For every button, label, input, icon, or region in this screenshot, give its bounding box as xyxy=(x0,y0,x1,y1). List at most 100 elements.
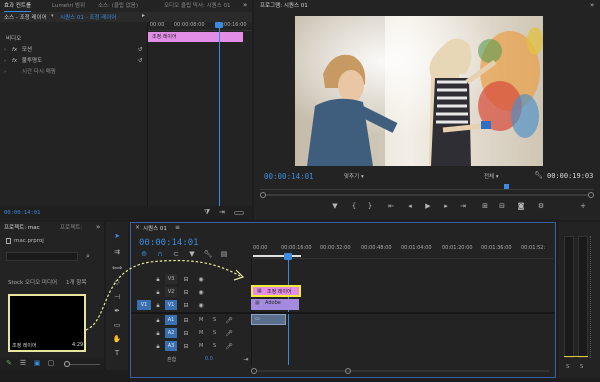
type-tool-icon[interactable]: T xyxy=(112,349,122,358)
zoom-handle-right[interactable] xyxy=(588,192,594,198)
timeline-zoom-track[interactable] xyxy=(257,370,549,372)
solo-button[interactable]: S xyxy=(213,330,216,336)
solo-button[interactable]: S xyxy=(213,343,216,349)
settings-icon[interactable]: ⚙ xyxy=(536,202,546,211)
tab-lumetri-scopes[interactable]: Lumetri 범위 xyxy=(52,0,85,12)
chevron-down-icon[interactable]: ▾ xyxy=(51,13,54,19)
sequence-label[interactable]: 시퀀스 01 - 조정 레이어 xyxy=(60,13,116,21)
slip-tool-icon[interactable]: ⊣ xyxy=(112,293,122,302)
ec-clip-bar[interactable]: 조정 레이어 xyxy=(148,32,243,42)
track-a1-label[interactable]: A1 xyxy=(165,315,177,325)
export-frame-icon[interactable]: ◙ xyxy=(516,202,526,211)
program-video[interactable] xyxy=(295,16,543,166)
zoom-handle-right[interactable] xyxy=(345,368,351,374)
ec-playhead[interactable] xyxy=(219,22,220,212)
list-view-icon[interactable]: ☰ xyxy=(18,359,28,368)
go-to-in-icon[interactable]: ⇤ xyxy=(386,202,396,211)
marker-icon[interactable]: ▼ xyxy=(330,202,340,211)
mix-value[interactable]: 0.0 xyxy=(205,356,213,362)
add-marker-icon[interactable]: ▼ xyxy=(187,250,197,259)
source-label[interactable]: 소스 - 조정 레이어 xyxy=(4,13,47,21)
mute-button[interactable]: M xyxy=(199,343,203,349)
program-timebar[interactable] xyxy=(260,183,594,190)
lock-icon[interactable]: 🔒︎ xyxy=(153,316,163,325)
chevron-right-icon[interactable]: › xyxy=(4,47,6,53)
lock-icon[interactable]: 🔒︎ xyxy=(153,342,163,351)
panel-overflow-icon[interactable]: » xyxy=(96,223,100,231)
track-a2-label[interactable]: A2 xyxy=(165,328,177,338)
fit-dropdown[interactable]: 맞추기 ▾ xyxy=(344,172,364,180)
icon-view-icon[interactable]: ▣ xyxy=(32,359,42,368)
sync-lock-icon[interactable]: ⊟ xyxy=(181,329,191,338)
wrench-icon[interactable]: 🔧︎ xyxy=(534,171,543,179)
tab-source[interactable]: 소스: (클립 없음) xyxy=(98,0,138,12)
zoom-track[interactable] xyxy=(266,194,588,196)
tab-sequence[interactable]: 시퀀스 01 xyxy=(143,223,167,235)
timeline-menu-icon[interactable]: ≡ xyxy=(175,224,180,231)
program-timecode[interactable]: 00:00:14:01 xyxy=(264,172,314,181)
eye-icon[interactable]: ◉ xyxy=(196,288,206,297)
zoom-slider-track[interactable] xyxy=(70,364,100,365)
reset-icon[interactable]: ↺ xyxy=(138,45,143,55)
eye-icon[interactable]: ◉ xyxy=(196,301,206,310)
linked-selection-icon[interactable]: ⊂ xyxy=(171,250,181,259)
lock-icon[interactable]: 🔒︎ xyxy=(153,275,163,284)
track-v3-label[interactable]: V3 xyxy=(165,274,177,284)
track-a3-label[interactable]: A3 xyxy=(165,341,177,351)
track-v1-label[interactable]: V1 xyxy=(165,300,177,310)
sync-lock-icon[interactable]: ⊟ xyxy=(181,288,191,297)
ec-playhead-handle[interactable] xyxy=(215,22,223,28)
add-icon[interactable]: + xyxy=(578,202,588,211)
project-search-input[interactable] xyxy=(6,252,78,261)
go-to-end-icon[interactable]: ⇥ xyxy=(241,355,251,364)
panel-overflow-icon[interactable]: » xyxy=(243,1,247,9)
lock-icon[interactable]: 🔒︎ xyxy=(153,329,163,338)
rectangle-tool-icon[interactable]: ▭ xyxy=(112,321,122,330)
freeform-view-icon[interactable]: ▢ xyxy=(46,359,56,368)
tab-project-2[interactable]: 프로젝트: xyxy=(60,222,82,234)
timeline-ruler[interactable]: 00:00 00:00:16:00 00:00:32:00 00:00:48:0… xyxy=(253,241,553,259)
tab-project[interactable]: 프로젝트: mac xyxy=(4,222,40,234)
ripple-edit-icon[interactable]: ⟺ xyxy=(112,264,122,273)
mute-button[interactable]: M xyxy=(199,330,203,336)
pen-tool-icon[interactable]: ✒ xyxy=(112,307,122,316)
panel-overflow-icon[interactable]: » xyxy=(590,1,594,9)
play-icon[interactable]: ▶ xyxy=(423,202,433,211)
solo-left-button[interactable]: S xyxy=(566,364,569,370)
adjustment-layer-clip[interactable]: ▦ 조정 레이어 xyxy=(251,285,301,297)
effect-opacity[interactable]: › fx 불투명도 ↺ xyxy=(4,56,148,66)
close-icon[interactable]: × xyxy=(135,224,140,231)
step-forward-icon[interactable]: ▸ xyxy=(441,202,451,211)
in-point-icon[interactable]: { xyxy=(349,202,359,211)
microphone-icon[interactable]: 🎤︎ xyxy=(224,329,234,338)
play-only-icon[interactable]: ▸ xyxy=(142,12,145,19)
pencil-icon[interactable]: ✎ xyxy=(4,359,14,368)
track-select-icon[interactable]: ⇉ xyxy=(112,248,122,257)
microphone-icon[interactable]: 🎤︎ xyxy=(224,316,234,325)
work-area-bar[interactable] xyxy=(253,255,301,257)
wrench-icon[interactable]: 🔧︎ xyxy=(203,250,213,259)
ec-scroll[interactable] xyxy=(234,211,244,215)
effect-time-remap[interactable]: › 시간 다시 매핑 xyxy=(4,67,148,77)
ec-timecode[interactable]: 00:00:14:01 xyxy=(4,210,40,216)
microphone-icon[interactable]: 🎤︎ xyxy=(224,342,234,351)
eye-icon[interactable]: ◉ xyxy=(196,275,206,284)
hand-tool-icon[interactable]: ✋ xyxy=(112,335,122,344)
track-v2-label[interactable]: V2 xyxy=(165,287,177,297)
razor-tool-icon[interactable]: ◇ xyxy=(112,278,122,287)
chevron-right-icon[interactable]: › xyxy=(4,58,6,64)
quality-dropdown[interactable]: 전체 ▾ xyxy=(484,172,499,180)
clip-thumbnail[interactable]: 조정 레이어 4:29 xyxy=(8,294,86,352)
out-point-icon[interactable]: } xyxy=(365,202,375,211)
sync-lock-icon[interactable]: ⊟ xyxy=(181,275,191,284)
timeline-timecode[interactable]: 00:00:14:01 xyxy=(139,238,199,248)
selection-tool-icon[interactable]: ➤ xyxy=(112,232,122,241)
sync-lock-icon[interactable]: ⊟ xyxy=(181,301,191,310)
step-back-icon[interactable]: ◂ xyxy=(405,202,415,211)
lock-icon[interactable]: 🔒︎ xyxy=(153,288,163,297)
filter-icon[interactable]: ⧩ xyxy=(204,208,210,217)
captions-icon[interactable]: ▤ xyxy=(219,250,229,259)
solo-button[interactable]: S xyxy=(213,317,216,323)
sync-lock-icon[interactable]: ⊟ xyxy=(181,316,191,325)
video-clip-v1[interactable]: ▦ Adobe xyxy=(251,299,299,310)
